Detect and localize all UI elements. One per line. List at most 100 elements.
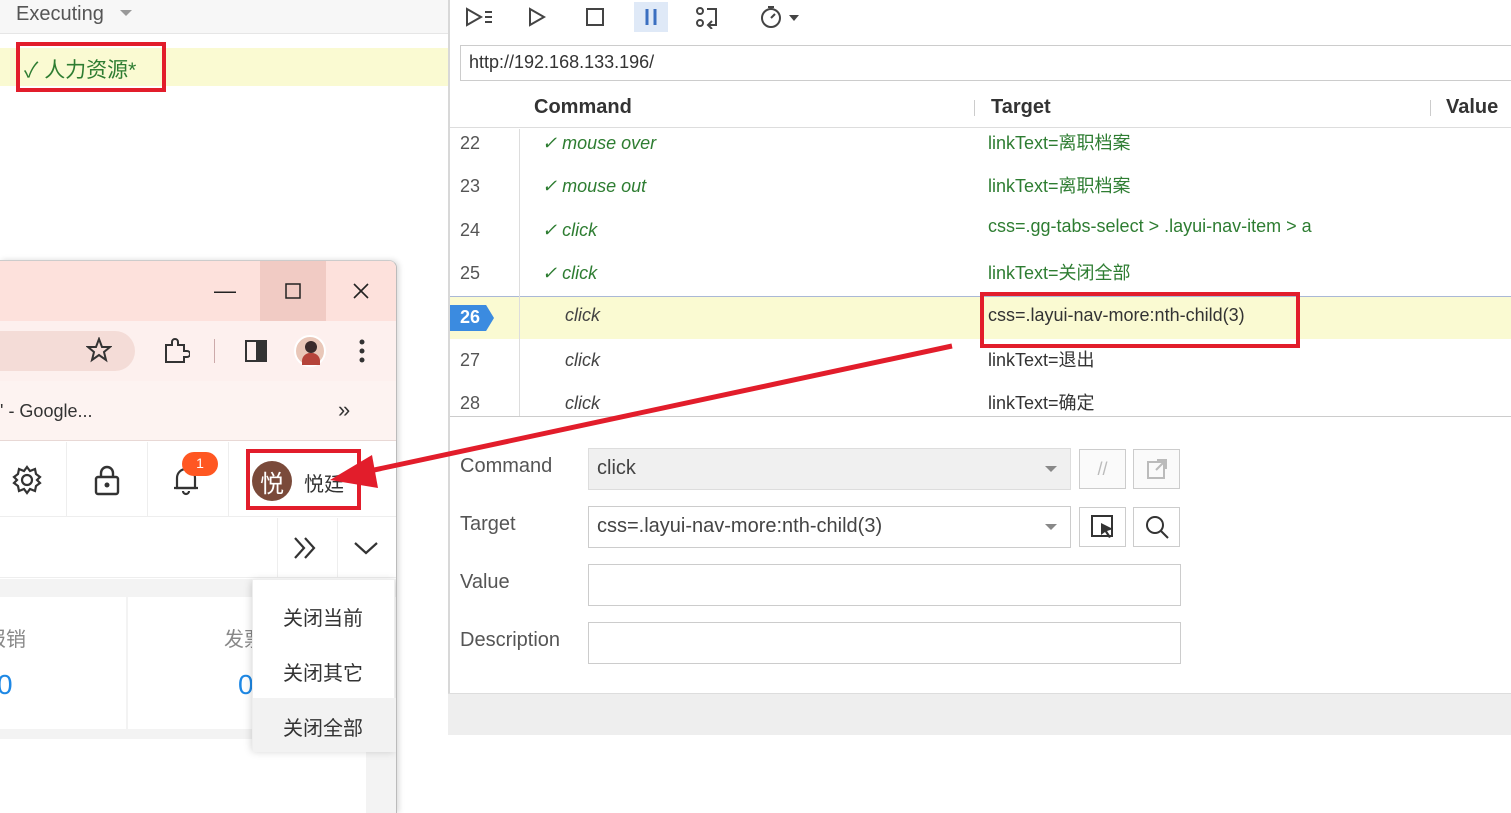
- row-target: linkText=确定: [988, 393, 1095, 413]
- value-input[interactable]: [588, 564, 1181, 606]
- close-button[interactable]: [328, 261, 394, 321]
- annotation-box-target: [980, 292, 1300, 348]
- annotation-box-suite: [16, 42, 166, 92]
- step-icon[interactable]: [690, 2, 724, 32]
- tabs-divider: [337, 518, 338, 578]
- speed-icon[interactable]: [756, 2, 806, 32]
- lock-icon[interactable]: [87, 460, 127, 500]
- header-divider[interactable]: [974, 100, 975, 116]
- base-url-input[interactable]: http://192.168.133.196/: [460, 45, 1511, 81]
- row-command: click: [565, 350, 600, 370]
- browser-toolbar: [0, 321, 396, 381]
- bookmarks-overflow-button[interactable]: »: [338, 397, 350, 423]
- toolbar-separator: [214, 339, 215, 363]
- row-gutter-divider: [519, 129, 520, 417]
- header-value[interactable]: Value: [1446, 96, 1498, 119]
- bookmark-item[interactable]: ' - Google...: [0, 401, 92, 422]
- tabs-divider: [277, 518, 278, 578]
- stat-label: 报销: [0, 629, 26, 651]
- playback-toolbar: [450, 0, 1511, 36]
- description-label: Description: [460, 629, 561, 651]
- header-divider: [66, 442, 67, 517]
- command-label: Command: [460, 455, 553, 477]
- browser-titlebar[interactable]: —: [0, 261, 396, 321]
- table-row[interactable]: 24 ✓ click css=.gg-tabs-select > .layui-…: [450, 216, 1511, 259]
- row-target: linkText=离职档案: [988, 133, 1131, 153]
- run-icon[interactable]: [520, 2, 554, 32]
- find-target-button[interactable]: [1133, 507, 1180, 547]
- bookmarks-bar: ' - Google... »: [0, 381, 396, 441]
- page-tabs-bar: [0, 518, 396, 578]
- row-command: ✓ mouse out: [542, 176, 647, 196]
- table-row[interactable]: 23 ✓ mouse out linkText=离职档案: [450, 172, 1511, 215]
- maximize-icon: [285, 283, 301, 299]
- browser-window: — ' - Google... » 1 悦 悦廷 销 发票 0 关闭当前 关闭其…: [0, 260, 397, 813]
- current-row-indicator: 26: [450, 305, 494, 331]
- row-command: ✓ click: [542, 263, 598, 283]
- stat-card[interactable]: 报销 0: [0, 597, 126, 729]
- row-number: 27: [460, 350, 481, 370]
- gear-icon[interactable]: [7, 460, 47, 500]
- table-bottom-border: [450, 416, 1511, 417]
- annotation-box-user: [246, 449, 361, 510]
- pause-icon[interactable]: [634, 2, 668, 32]
- sidepanel-icon[interactable]: [244, 339, 268, 368]
- command-table-body: 22 ✓ mouse over linkText=离职档案 23 ✓ mouse…: [450, 129, 1511, 417]
- chevron-double-right-icon[interactable]: [290, 534, 320, 567]
- menu-item-close-current[interactable]: 关闭当前: [253, 588, 396, 642]
- chevron-down-icon[interactable]: [352, 538, 380, 563]
- row-target: linkText=关闭全部: [988, 263, 1131, 283]
- notification-badge: 1: [182, 452, 218, 476]
- select-target-button[interactable]: [1079, 507, 1126, 547]
- maximize-button[interactable]: [260, 261, 326, 321]
- log-panel-header[interactable]: [448, 693, 1511, 735]
- row-number: 28: [460, 393, 481, 413]
- header-divider[interactable]: [1430, 100, 1431, 116]
- row-number: 25: [460, 263, 481, 283]
- row-command: click: [565, 393, 600, 413]
- row-command: click: [565, 305, 600, 325]
- menu-item-close-all[interactable]: 关闭全部: [253, 698, 396, 752]
- select-target-icon: [1090, 515, 1113, 538]
- row-target: css=.gg-tabs-select > .layui-nav-item > …: [988, 216, 1312, 236]
- tab-actions-menu: 关闭当前 关闭其它 关闭全部: [252, 579, 396, 752]
- run-all-icon[interactable]: [462, 2, 496, 32]
- menu-item-close-others[interactable]: 关闭其它: [253, 643, 396, 697]
- dropdown-caret-icon[interactable]: [1045, 466, 1057, 472]
- star-icon[interactable]: [85, 336, 113, 368]
- caret-down-icon: [120, 10, 132, 16]
- extension-icon[interactable]: [162, 337, 191, 370]
- profile-avatar[interactable]: [294, 335, 326, 367]
- search-icon: [1145, 516, 1169, 539]
- executing-label: Executing: [16, 3, 104, 25]
- row-target: linkText=退出: [988, 350, 1095, 370]
- close-icon: [353, 283, 369, 299]
- address-bar[interactable]: [0, 331, 135, 371]
- table-row[interactable]: 28 click linkText=确定: [450, 389, 1511, 417]
- row-number: 24: [460, 220, 481, 240]
- stat-value: 0: [0, 669, 13, 701]
- target-label: Target: [460, 513, 516, 535]
- row-target: linkText=离职档案: [988, 176, 1131, 196]
- header-divider: [147, 442, 148, 517]
- row-number: 23: [460, 176, 481, 196]
- menu-dots-icon[interactable]: [354, 337, 370, 370]
- command-select[interactable]: click: [588, 448, 1071, 490]
- minimize-button[interactable]: —: [192, 261, 258, 321]
- open-reference-button[interactable]: [1133, 449, 1180, 489]
- row-number: 22: [460, 133, 481, 153]
- executing-header[interactable]: Executing: [0, 0, 448, 34]
- row-command: ✓ mouse over: [542, 133, 657, 153]
- dropdown-caret-icon[interactable]: [1045, 524, 1057, 530]
- value-label: Value: [460, 571, 510, 593]
- target-select[interactable]: css=.layui-nav-more:nth-child(3): [588, 506, 1071, 548]
- header-divider: [228, 442, 229, 517]
- table-row[interactable]: 27 click linkText=退出: [450, 346, 1511, 389]
- stop-icon[interactable]: [578, 2, 612, 32]
- header-command[interactable]: Command: [534, 96, 632, 119]
- command-table-header: Command Target Value: [450, 88, 1511, 128]
- header-target[interactable]: Target: [991, 96, 1051, 119]
- description-input[interactable]: [588, 622, 1181, 664]
- table-row[interactable]: 22 ✓ mouse over linkText=离职档案: [450, 129, 1511, 172]
- comment-button[interactable]: //: [1079, 449, 1126, 489]
